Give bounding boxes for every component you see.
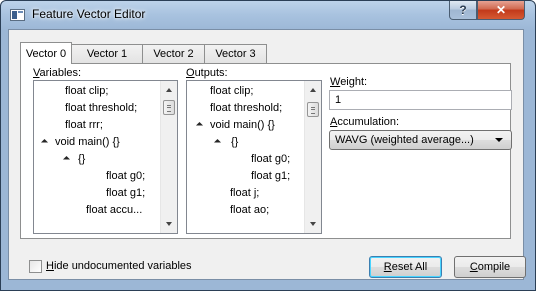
reset-all-button[interactable]: Reset All bbox=[369, 256, 442, 278]
scroll-up-icon[interactable] bbox=[166, 88, 172, 92]
tree-item[interactable]: float accu... bbox=[86, 203, 142, 218]
tree-item[interactable]: float clip; bbox=[65, 84, 108, 99]
tab-label: Vector 2 bbox=[153, 48, 194, 60]
compile-button[interactable]: Compile bbox=[454, 256, 526, 278]
expand-arrow-icon[interactable] bbox=[62, 155, 71, 164]
scroll-thumb[interactable] bbox=[163, 100, 175, 115]
help-button[interactable]: ? bbox=[449, 1, 477, 20]
expand-arrow-icon[interactable] bbox=[213, 138, 222, 147]
tree-item[interactable]: float g1; bbox=[106, 186, 145, 201]
tree-item[interactable]: void main() {} bbox=[210, 118, 275, 133]
variables-scrollbar[interactable] bbox=[160, 81, 177, 233]
tab-vector-2[interactable]: Vector 2 bbox=[142, 44, 205, 63]
tree-item[interactable]: float j; bbox=[230, 186, 259, 201]
accumulation-selected-value: WAVG (weighted average...) bbox=[335, 134, 474, 146]
tree-item[interactable]: float rrr; bbox=[65, 118, 103, 133]
tab-label: Vector 3 bbox=[215, 48, 256, 60]
accumulation-label: Accumulation: bbox=[330, 116, 400, 128]
tree-item[interactable]: float clip; bbox=[210, 84, 253, 99]
tree-item[interactable]: {} bbox=[78, 152, 85, 167]
tree-item[interactable]: float threshold; bbox=[65, 101, 137, 116]
scroll-up-icon[interactable] bbox=[310, 88, 316, 92]
tab-label: Vector 0 bbox=[25, 47, 67, 60]
reset-all-label: Reset All bbox=[383, 261, 428, 273]
hide-undocumented-checkbox[interactable] bbox=[29, 260, 42, 273]
tree-item[interactable]: {} bbox=[231, 135, 238, 150]
weight-label: Weight: bbox=[330, 76, 368, 88]
scroll-down-icon[interactable] bbox=[166, 222, 172, 226]
tree-item[interactable]: float ao; bbox=[230, 203, 269, 218]
window-icon bbox=[10, 9, 25, 21]
expand-arrow-icon[interactable] bbox=[40, 138, 49, 147]
accumulation-dropdown[interactable]: WAVG (weighted average...) bbox=[329, 130, 512, 150]
hide-undocumented-label[interactable]: Hide undocumented variables bbox=[46, 260, 192, 272]
tree-item[interactable]: void main() {} bbox=[55, 135, 120, 150]
tab-vector-1[interactable]: Vector 1 bbox=[71, 44, 143, 63]
title-bar[interactable]: Feature Vector Editor ? ✕ bbox=[1, 1, 535, 29]
variables-tree[interactable]: float clip; float threshold; float rrr; … bbox=[33, 80, 178, 234]
close-icon: ✕ bbox=[495, 3, 507, 17]
tree-item[interactable]: float threshold; bbox=[210, 101, 282, 116]
outputs-label: Outputs: bbox=[186, 67, 228, 79]
weight-input[interactable] bbox=[329, 90, 512, 110]
tree-item[interactable]: float g0; bbox=[251, 152, 290, 167]
scroll-thumb[interactable] bbox=[307, 102, 319, 117]
expand-arrow-icon[interactable] bbox=[195, 121, 204, 130]
tab-vector-3[interactable]: Vector 3 bbox=[204, 44, 267, 63]
variables-label: Variables: bbox=[33, 67, 82, 79]
tree-item[interactable]: float g1; bbox=[251, 169, 290, 184]
close-button[interactable]: ✕ bbox=[477, 1, 525, 20]
window-title: Feature Vector Editor bbox=[32, 7, 146, 21]
chevron-down-icon bbox=[495, 138, 503, 142]
compile-label: Compile bbox=[469, 261, 511, 273]
scroll-down-icon[interactable] bbox=[310, 222, 316, 226]
outputs-tree[interactable]: float clip; float threshold; void main()… bbox=[186, 80, 322, 234]
tab-vector-0[interactable]: Vector 0 bbox=[20, 42, 72, 64]
tab-label: Vector 1 bbox=[86, 48, 128, 60]
outputs-scrollbar[interactable] bbox=[304, 81, 321, 233]
tree-item[interactable]: float g0; bbox=[106, 169, 145, 184]
